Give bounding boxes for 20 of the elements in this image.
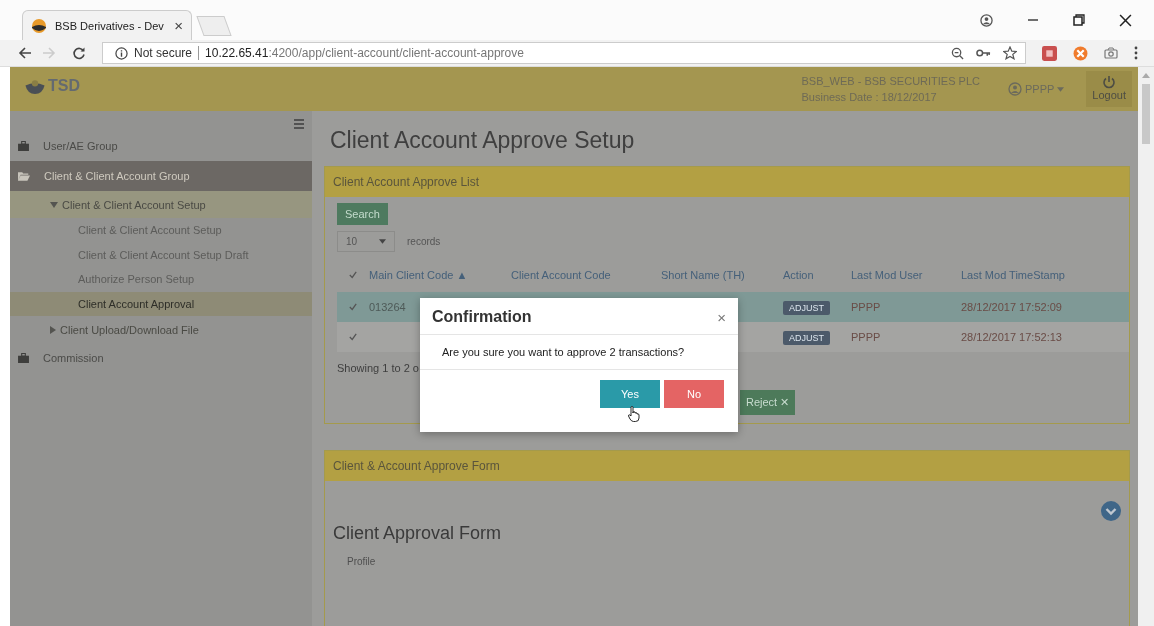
panel-header: Client & Account Approve Form [325,451,1129,481]
table-cell: 28/12/2017 17:52:13 [961,331,1062,343]
table-cell: PPPP [851,331,881,343]
table-cell: 013264 [369,301,406,313]
section-label: Profile [346,556,377,567]
tab-title: BSB Derivatives - Dev [55,19,164,32]
action-badge: ADJUST [783,331,830,345]
logo-text: TSD [48,77,80,95]
security-label: Not secure [134,46,193,60]
url-text: 10.22.65.41:4200/app/client-account/client-account-approve [205,46,524,60]
form-title: Client Approval Form [333,523,503,544]
page-title: Client Account Approve Setup [329,126,636,155]
panel-header: Client Account Approve List [325,167,1129,197]
dialog-title: Confirmation [432,308,532,326]
action-badge: ADJUST [783,301,830,315]
table-cell: 28/12/2017 17:52:09 [961,301,1062,313]
dialog-message: Are you sure you want to approve 2 transactions? [420,335,738,370]
records-label: records [407,236,441,247]
showing-label: Showing 1 to 2 o [337,362,419,374]
table-cell: PPPP [851,301,881,313]
